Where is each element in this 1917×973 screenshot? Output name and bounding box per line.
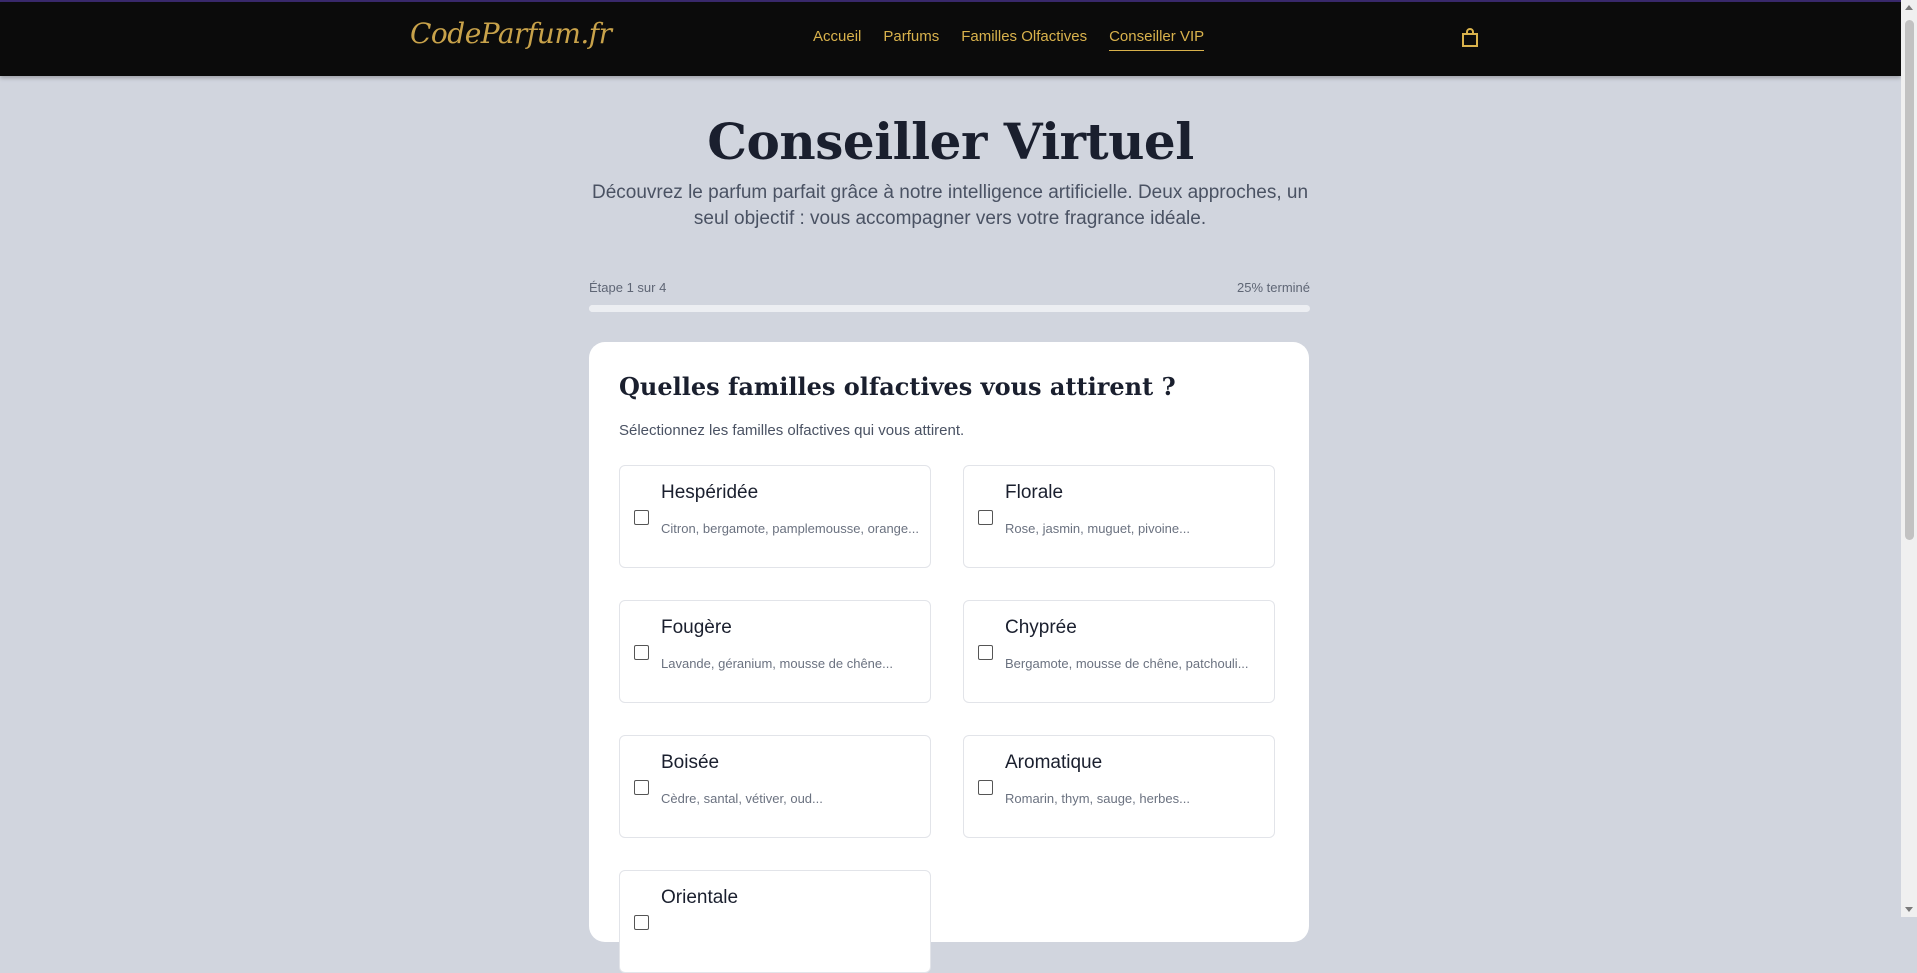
page-subtitle: Découvrez le parfum parfait grâce à notr… bbox=[591, 182, 1309, 229]
question-subtitle: Sélectionnez les familles olfactives qui… bbox=[619, 422, 965, 439]
option-florale[interactable]: Florale Rose, jasmin, muguet, pivoine... bbox=[963, 465, 1275, 568]
option-boisee[interactable]: Boisée Cèdre, santal, vétiver, oud... bbox=[619, 735, 931, 838]
vertical-scrollbar[interactable] bbox=[1901, 0, 1917, 917]
scroll-up-arrow-icon[interactable] bbox=[1905, 5, 1913, 10]
checkbox[interactable] bbox=[634, 645, 649, 660]
option-title: Hespéridée bbox=[661, 482, 759, 503]
option-title: Florale bbox=[1005, 482, 1064, 503]
checkbox[interactable] bbox=[634, 780, 649, 795]
option-title: Chyprée bbox=[1005, 617, 1077, 638]
option-description: Rose, jasmin, muguet, pivoine... bbox=[1005, 521, 1190, 536]
site-logo[interactable]: CodeParfum.fr bbox=[410, 17, 612, 50]
option-title: Orientale bbox=[661, 887, 739, 908]
option-description: Citron, bergamote, pamplemousse, orange.… bbox=[661, 521, 919, 536]
option-description: Romarin, thym, sauge, herbes... bbox=[1005, 791, 1190, 806]
scroll-down-arrow-icon[interactable] bbox=[1905, 907, 1913, 912]
page-title: Conseiller Virtuel bbox=[707, 112, 1194, 171]
main-nav: Accueil Parfums Familles Olfactives Cons… bbox=[813, 28, 1226, 51]
option-fougere[interactable]: Fougère Lavande, géranium, mousse de chê… bbox=[619, 600, 931, 703]
question-title: Quelles familles olfactives vous attiren… bbox=[619, 372, 1176, 401]
shopping-bag-icon[interactable] bbox=[1461, 28, 1479, 48]
option-description: Cèdre, santal, vétiver, oud... bbox=[661, 791, 823, 806]
checkbox[interactable] bbox=[978, 780, 993, 795]
option-description: Lavande, géranium, mousse de chêne... bbox=[661, 656, 893, 671]
checkbox[interactable] bbox=[978, 645, 993, 660]
progress-bar bbox=[589, 305, 1310, 312]
option-hesperidee[interactable]: Hespéridée Citron, bergamote, pamplemous… bbox=[619, 465, 931, 568]
option-title: Aromatique bbox=[1005, 752, 1103, 773]
progress-percent-label: 25% terminé bbox=[1237, 280, 1310, 295]
top-navbar: CodeParfum.fr Accueil Parfums Familles O… bbox=[0, 2, 1901, 76]
nav-link-accueil[interactable]: Accueil bbox=[813, 28, 861, 51]
option-orientale[interactable]: Orientale bbox=[619, 870, 931, 973]
option-title: Fougère bbox=[661, 617, 732, 638]
option-chypree[interactable]: Chyprée Bergamote, mousse de chêne, patc… bbox=[963, 600, 1275, 703]
nav-link-familles-olfactives[interactable]: Familles Olfactives bbox=[961, 28, 1087, 51]
nav-link-parfums[interactable]: Parfums bbox=[883, 28, 939, 51]
option-description: Bergamote, mousse de chêne, patchouli... bbox=[1005, 656, 1249, 671]
checkbox[interactable] bbox=[978, 510, 993, 525]
checkbox[interactable] bbox=[634, 510, 649, 525]
progress-step-label: Étape 1 sur 4 bbox=[589, 280, 667, 295]
progress-bar-fill bbox=[589, 305, 770, 312]
scrollbar-thumb[interactable] bbox=[1905, 20, 1914, 540]
checkbox[interactable] bbox=[634, 915, 649, 930]
option-aromatique[interactable]: Aromatique Romarin, thym, sauge, herbes.… bbox=[963, 735, 1275, 838]
question-card: Quelles familles olfactives vous attiren… bbox=[589, 342, 1309, 973]
option-title: Boisée bbox=[661, 752, 720, 773]
nav-link-conseiller-vip[interactable]: Conseiller VIP bbox=[1109, 28, 1205, 51]
